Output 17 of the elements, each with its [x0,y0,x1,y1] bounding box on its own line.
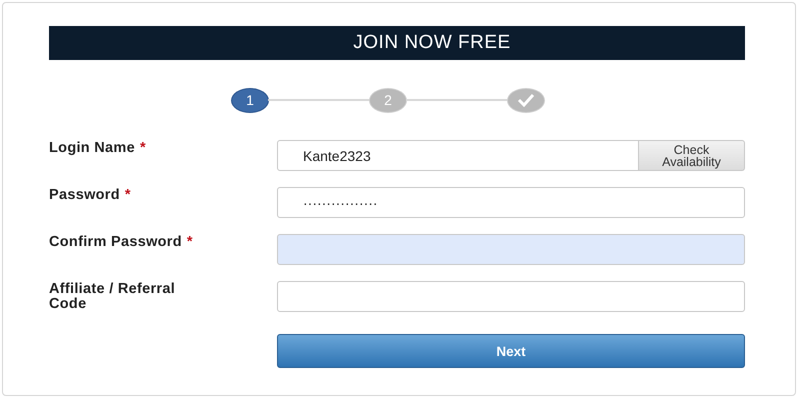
required-asterisk: * [124,187,131,203]
field-label: Confirm Password [49,234,182,250]
input-field[interactable] [277,234,745,265]
input-field[interactable]: Kante2323 [277,140,639,171]
header-title: JOIN NOW FREE [353,32,511,54]
check-availability-button[interactable]: Check Availability [639,140,745,171]
step-indicator: 2 [370,88,406,112]
input-field[interactable] [277,281,745,312]
input-field[interactable]: ················ [277,187,745,218]
next-button[interactable]: Next [277,334,745,368]
checkmark-icon [517,93,535,107]
field-label: Password [49,187,120,203]
required-asterisk: * [186,234,193,250]
field-label: Affiliate / Referral Code [49,281,176,312]
field-label: Login Name [49,140,135,156]
step-indicator: 1 [232,88,268,112]
required-asterisk: * [140,140,146,156]
